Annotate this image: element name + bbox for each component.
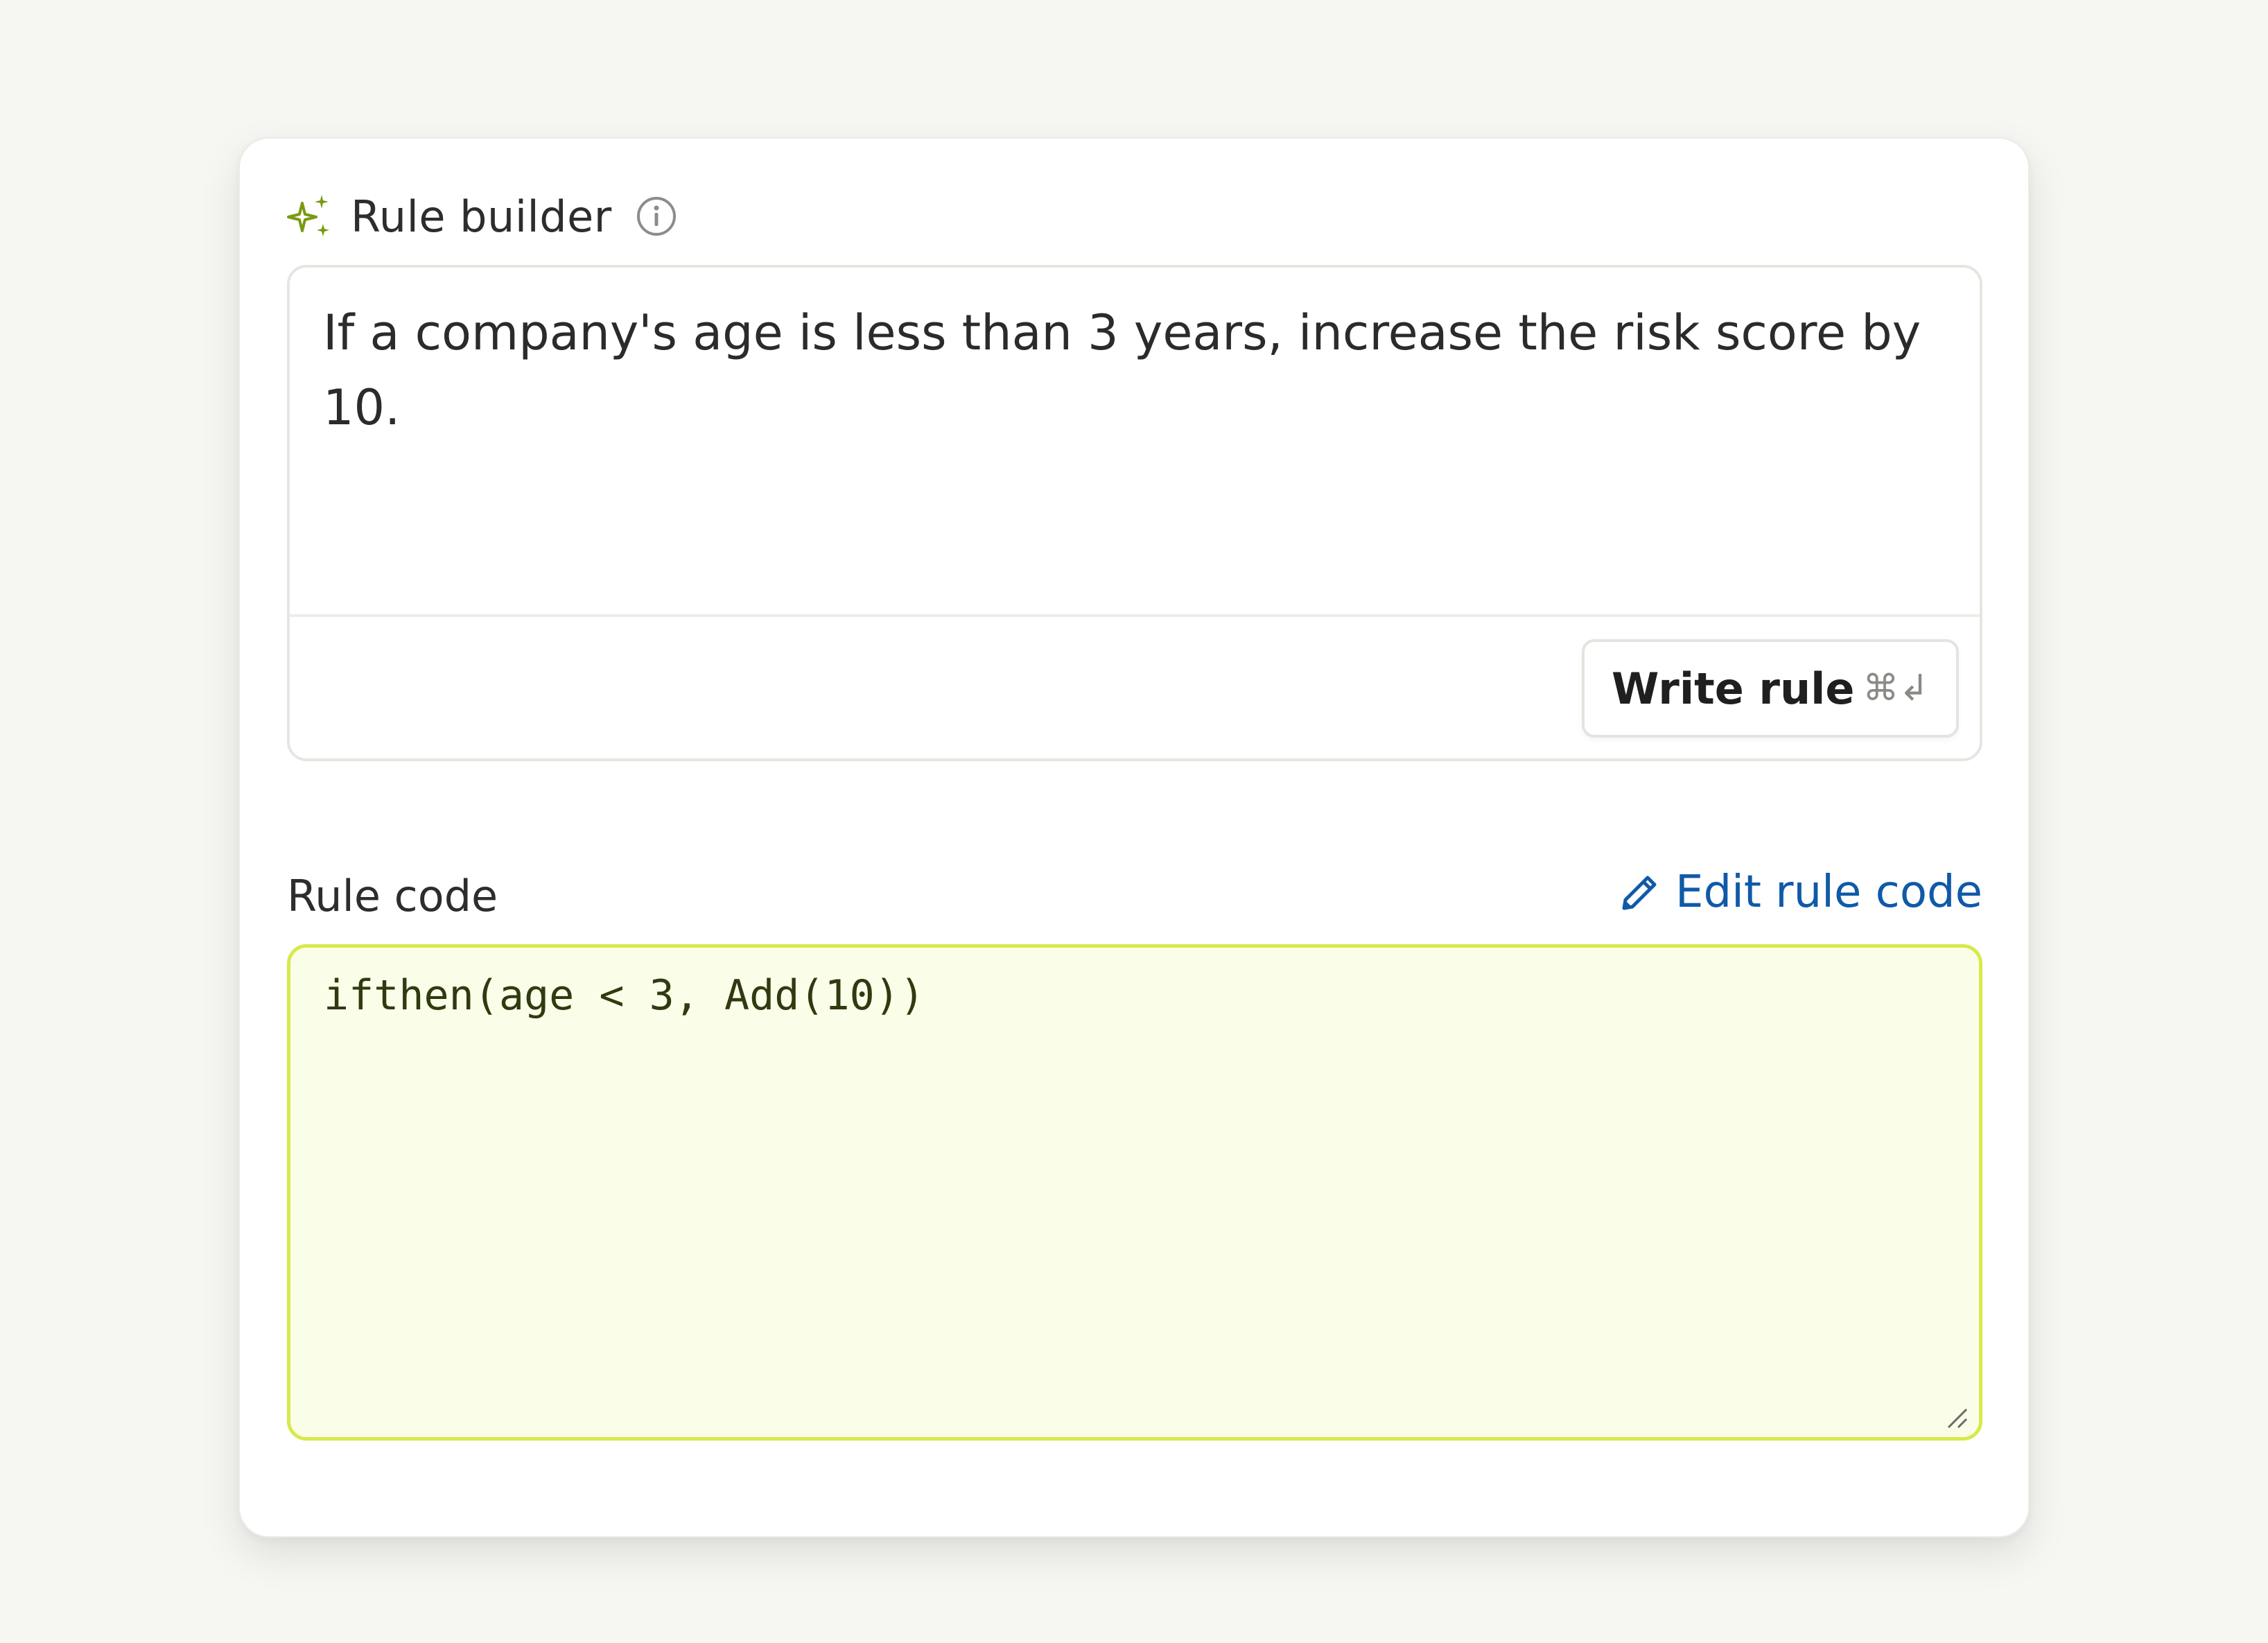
keyboard-shortcut-hint: ⌘↲ [1863, 668, 1929, 709]
resize-handle-icon[interactable] [1944, 1405, 1969, 1430]
rule-prompt-textarea[interactable]: If a company's age is less than 3 years,… [287, 265, 1982, 761]
rule-code-text[interactable]: ifthen(age < 3, Add(10)) [324, 971, 925, 1020]
write-rule-label: Write rule [1612, 663, 1855, 714]
rule-code-title: Rule code [287, 871, 498, 921]
info-icon[interactable] [636, 195, 677, 237]
pencil-icon [1619, 871, 1661, 914]
rule-prompt-text[interactable]: If a company's age is less than 3 years,… [323, 295, 1946, 445]
rule-builder-header: Rule builder [287, 190, 677, 243]
sparkle-icon [287, 193, 333, 239]
prompt-divider [290, 614, 1980, 617]
write-rule-button[interactable]: Write rule ⌘↲ [1582, 639, 1959, 738]
edit-rule-code-link[interactable]: Edit rule code [1619, 867, 1982, 918]
edit-rule-code-label: Edit rule code [1675, 867, 1982, 918]
rule-builder-title: Rule builder [351, 191, 612, 242]
rule-card: Rule builder If a company's age is less … [238, 137, 2030, 1538]
rule-code-editor[interactable]: ifthen(age < 3, Add(10)) [287, 944, 1982, 1441]
rule-code-header: Rule code Edit rule code [287, 867, 1982, 929]
